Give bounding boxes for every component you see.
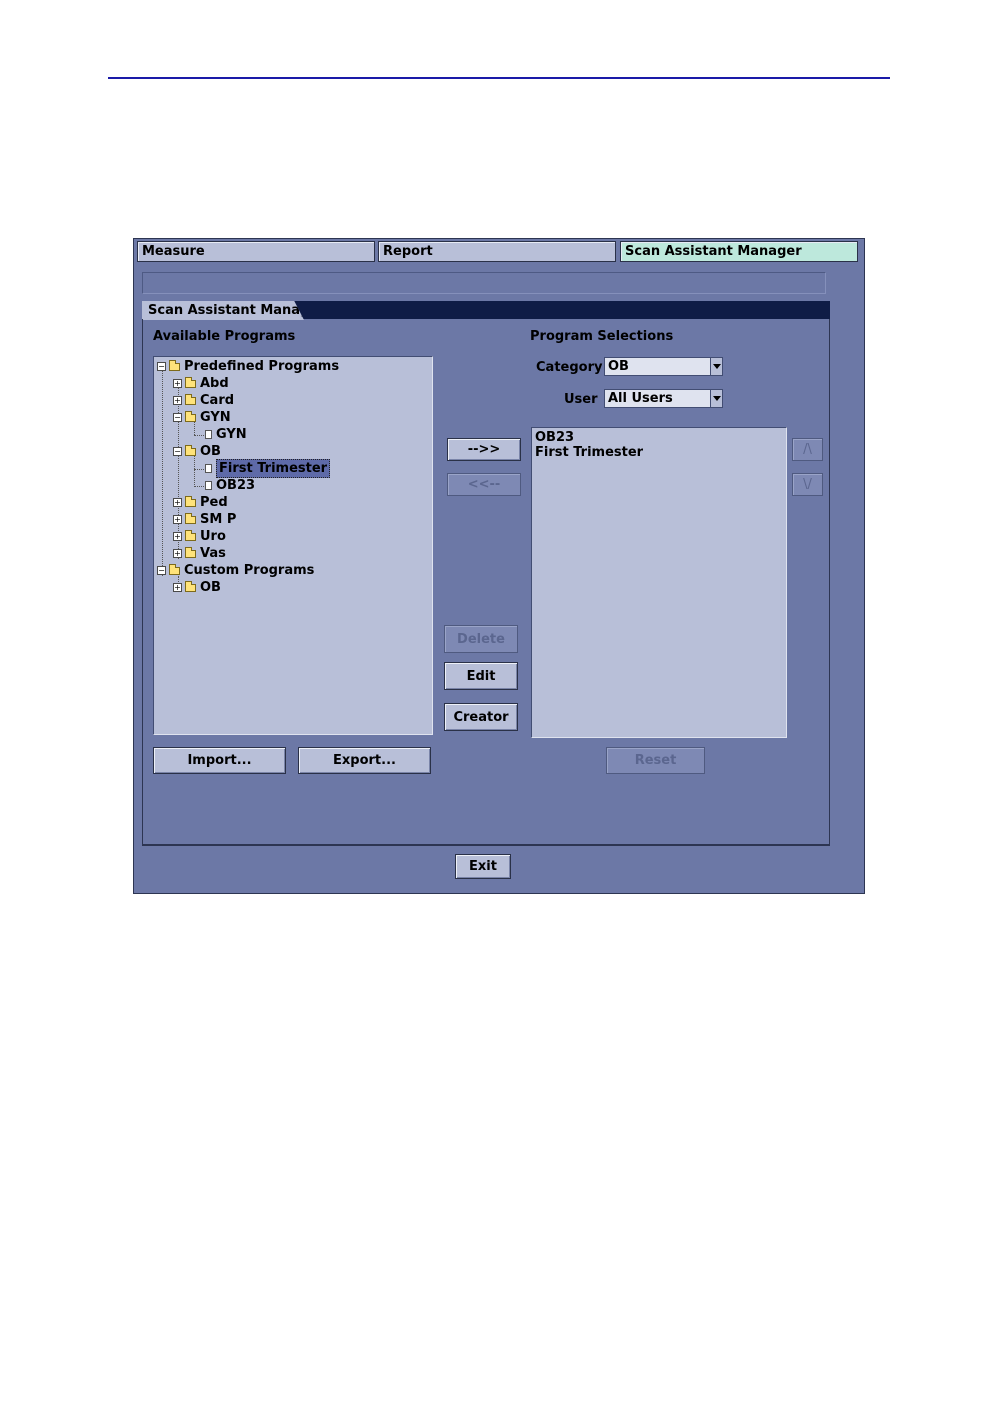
folder-icon [169, 359, 180, 371]
tree-node-custom-ob[interactable]: + OB [173, 579, 221, 596]
collapse-icon[interactable]: − [157, 362, 166, 371]
list-item[interactable]: OB23 [535, 430, 783, 445]
list-item[interactable]: First Trimester [535, 445, 783, 460]
collapse-icon[interactable]: − [173, 447, 182, 456]
document-icon [205, 481, 212, 490]
folder-icon [185, 512, 196, 524]
tab-scan-assistant-manager[interactable]: Scan Assistant Manager [620, 241, 858, 262]
tab-measure[interactable]: Measure [137, 241, 375, 262]
category-select[interactable]: OB [604, 357, 723, 376]
export-button[interactable]: Export... [298, 747, 431, 774]
folder-icon [185, 410, 196, 422]
remove-program-button[interactable]: <<-- [447, 473, 521, 496]
folder-icon [185, 393, 196, 405]
creator-button[interactable]: Creator [444, 703, 518, 731]
program-selections-title: Program Selections [530, 329, 674, 344]
footer-panel [142, 786, 830, 846]
add-program-button[interactable]: -->> [447, 438, 521, 461]
tree-node-gyn-program[interactable]: GYN [205, 426, 247, 443]
folder-icon [169, 563, 180, 575]
chevron-down-icon[interactable] [710, 390, 722, 407]
import-button[interactable]: Import... [153, 747, 286, 774]
expand-icon[interactable]: + [173, 583, 182, 592]
move-down-button[interactable]: \/ [792, 473, 823, 496]
tree-node-abd[interactable]: + Abd [173, 375, 229, 392]
tree-node-card[interactable]: + Card [173, 392, 234, 409]
tree-node-ob[interactable]: − OB [173, 443, 221, 460]
expand-icon[interactable]: + [173, 379, 182, 388]
tree-node-ob23[interactable]: OB23 [205, 477, 255, 494]
tree-node-first-trimester[interactable]: First Trimester [205, 459, 331, 478]
expand-icon[interactable]: + [173, 549, 182, 558]
program-selections-list[interactable]: OB23 First Trimester [531, 427, 787, 738]
delete-button[interactable]: Delete [444, 625, 518, 653]
exit-button[interactable]: Exit [455, 854, 511, 879]
tree-node-gyn[interactable]: − GYN [173, 409, 231, 426]
tree-node-uro[interactable]: + Uro [173, 528, 226, 545]
tab-report[interactable]: Report [378, 241, 616, 262]
tree-node-smp[interactable]: + SM P [173, 511, 236, 528]
expand-icon[interactable]: + [173, 515, 182, 524]
chevron-down-icon[interactable] [710, 358, 722, 375]
category-label: Category [536, 360, 603, 375]
tree-node-predefined-programs[interactable]: − Predefined Programs [157, 358, 339, 375]
collapse-icon[interactable]: − [157, 566, 166, 575]
move-up-button[interactable]: /\ [792, 438, 823, 461]
folder-icon [185, 546, 196, 558]
document-icon [205, 464, 212, 473]
folder-icon [185, 580, 196, 592]
folder-icon [185, 495, 196, 507]
status-bar [142, 272, 826, 294]
available-programs-title: Available Programs [153, 329, 296, 344]
reset-button[interactable]: Reset [606, 747, 705, 774]
folder-icon [185, 529, 196, 541]
user-select[interactable]: All Users [604, 389, 723, 408]
tree-node-vas[interactable]: + Vas [173, 545, 226, 562]
folder-icon [185, 444, 196, 456]
section-tab-scan-assistant-manager[interactable]: Scan Assistant Manager [142, 301, 304, 320]
collapse-icon[interactable]: − [173, 413, 182, 422]
expand-icon[interactable]: + [173, 396, 182, 405]
available-programs-tree[interactable]: − Predefined Programs + Abd + Card − GYN… [153, 356, 433, 735]
scan-assistant-window: Measure Report Scan Assistant Manager Sc… [133, 238, 865, 894]
expand-icon[interactable]: + [173, 532, 182, 541]
document-icon [205, 430, 212, 439]
tree-node-custom-programs[interactable]: − Custom Programs [157, 562, 314, 579]
tree-node-ped[interactable]: + Ped [173, 494, 228, 511]
header-rule [108, 77, 890, 79]
user-label: User [564, 392, 598, 407]
folder-icon [185, 376, 196, 388]
edit-button[interactable]: Edit [444, 662, 518, 690]
expand-icon[interactable]: + [173, 498, 182, 507]
